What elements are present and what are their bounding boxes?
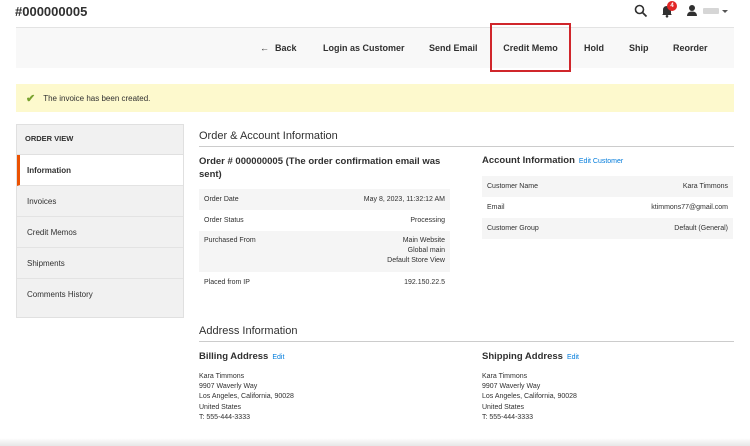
billing-edit-link[interactable]: Edit [272,354,284,361]
reorder-button[interactable]: Reorder [673,28,708,69]
customer-name-row: Customer Name Kara Timmons [482,176,733,197]
sidebar-item-information[interactable]: Information [17,155,183,186]
placed-from-ip-row: Placed from IP 192.150.22.5 [199,272,450,292]
address-section-title: Address Information [199,325,298,337]
purchased-from-value: Main Website Global main Default Store V… [387,236,445,272]
page-actions-toolbar: ← Back Login as Customer Send Email Credi… [16,23,734,72]
billing-phone: T: 555-444-3333 [199,413,250,421]
purchased-from-label: Purchased From [204,237,256,244]
billing-address-block: Kara Timmons 9907 Waverly Way Los Angele… [199,372,294,423]
purchased-from-line: Global main [407,247,445,254]
section-divider [199,146,734,147]
customer-group-value: Default (General) [674,225,728,232]
edit-customer-link[interactable]: Edit Customer [579,158,623,165]
success-message-text: The invoice has been created. [43,93,151,103]
checkmark-icon: ✔ [26,92,36,105]
account-info-title: Account Information [482,155,575,166]
user-icon [686,4,700,18]
sidebar-item-shipments[interactable]: Shipments [17,248,183,279]
purchased-from-line: Default Store View [387,257,445,264]
back-button[interactable]: ← Back [260,28,297,69]
notification-count-badge: 4 [667,1,677,11]
shipping-address-line: Los Angeles, California, 90028 [482,393,577,401]
account-info-heading: Account Information Edit Customer [482,155,623,166]
customer-name-link[interactable]: Kara Timmons [683,183,728,190]
billing-address-title: Billing Address [199,351,269,362]
shipping-address-heading: Shipping Address Edit [482,351,579,362]
order-view-sidebar: ORDER VIEW Information Invoices Credit M… [16,124,184,318]
order-date-row: Order Date May 8, 2023, 11:32:12 AM [199,189,450,210]
order-date-value: May 8, 2023, 11:32:12 AM [363,196,445,203]
credit-memo-button[interactable]: Credit Memo [490,23,571,72]
email-row: Email ktimmons77@gmail.com [482,197,733,218]
hold-button[interactable]: Hold [584,28,604,69]
customer-group-row: Customer Group Default (General) [482,218,733,239]
order-status-row: Order Status Processing [199,210,450,231]
billing-address-line: United States [199,403,242,411]
placed-from-ip-label: Placed from IP [204,278,250,286]
order-info-table: Order Date May 8, 2023, 11:32:12 AM Orde… [199,189,450,292]
sidebar-item-credit-memos[interactable]: Credit Memos [17,217,183,248]
order-status-value: Processing [410,217,445,224]
order-title: Order # 000000005 (The order confirmatio… [199,156,441,180]
ship-button[interactable]: Ship [629,28,649,69]
success-message: ✔ The invoice has been created. [16,84,734,112]
placed-from-ip-value: 192.150.22.5 [404,278,445,286]
send-email-button[interactable]: Send Email [429,28,478,69]
billing-address-line: 9907 Waverly Way [199,383,258,391]
shipping-edit-link[interactable]: Edit [567,354,579,361]
search-icon[interactable] [634,4,648,18]
back-button-label: Back [275,43,297,53]
chevron-down-icon [722,9,728,13]
billing-address-heading: Billing Address Edit [199,351,284,362]
section-divider [199,341,734,342]
shipping-phone: T: 555-444-3333 [482,413,533,421]
shipping-address-block: Kara Timmons 9907 Waverly Way Los Angele… [482,372,577,423]
account-info-table: Customer Name Kara Timmons Email ktimmon… [482,176,733,239]
sidebar-title: ORDER VIEW [17,125,183,155]
order-account-section-title: Order & Account Information [199,130,338,142]
sidebar-item-comments-history[interactable]: Comments History [17,279,183,310]
customer-group-label: Customer Group [487,225,539,232]
shipping-address-line: 9907 Waverly Way [482,383,541,391]
order-date-label: Order Date [204,196,239,203]
notifications-bell-icon[interactable]: 4 [660,1,677,18]
customer-name-label: Customer Name [487,183,538,190]
customer-email-link[interactable]: ktimmons77@gmail.com [651,204,728,211]
billing-address-line: Los Angeles, California, 90028 [199,393,294,401]
user-menu[interactable] [686,4,728,18]
user-name-placeholder [703,8,719,14]
header-actions: 4 [634,1,728,18]
bottom-fade [0,438,750,446]
purchased-from-row: Purchased From Main Website Global main … [199,231,450,272]
page-title: #000000005 [15,4,88,19]
back-arrow-icon: ← [260,43,269,53]
email-label: Email [487,204,505,211]
sidebar-item-invoices[interactable]: Invoices [17,186,183,217]
login-as-customer-button[interactable]: Login as Customer [323,28,405,69]
shipping-address-line: United States [482,403,525,411]
billing-address-line: Kara Timmons [199,373,245,380]
purchased-from-line: Main Website [402,237,445,244]
shipping-address-line: Kara Timmons [482,373,528,380]
shipping-address-title: Shipping Address [482,351,563,362]
order-status-label: Order Status [204,217,244,224]
